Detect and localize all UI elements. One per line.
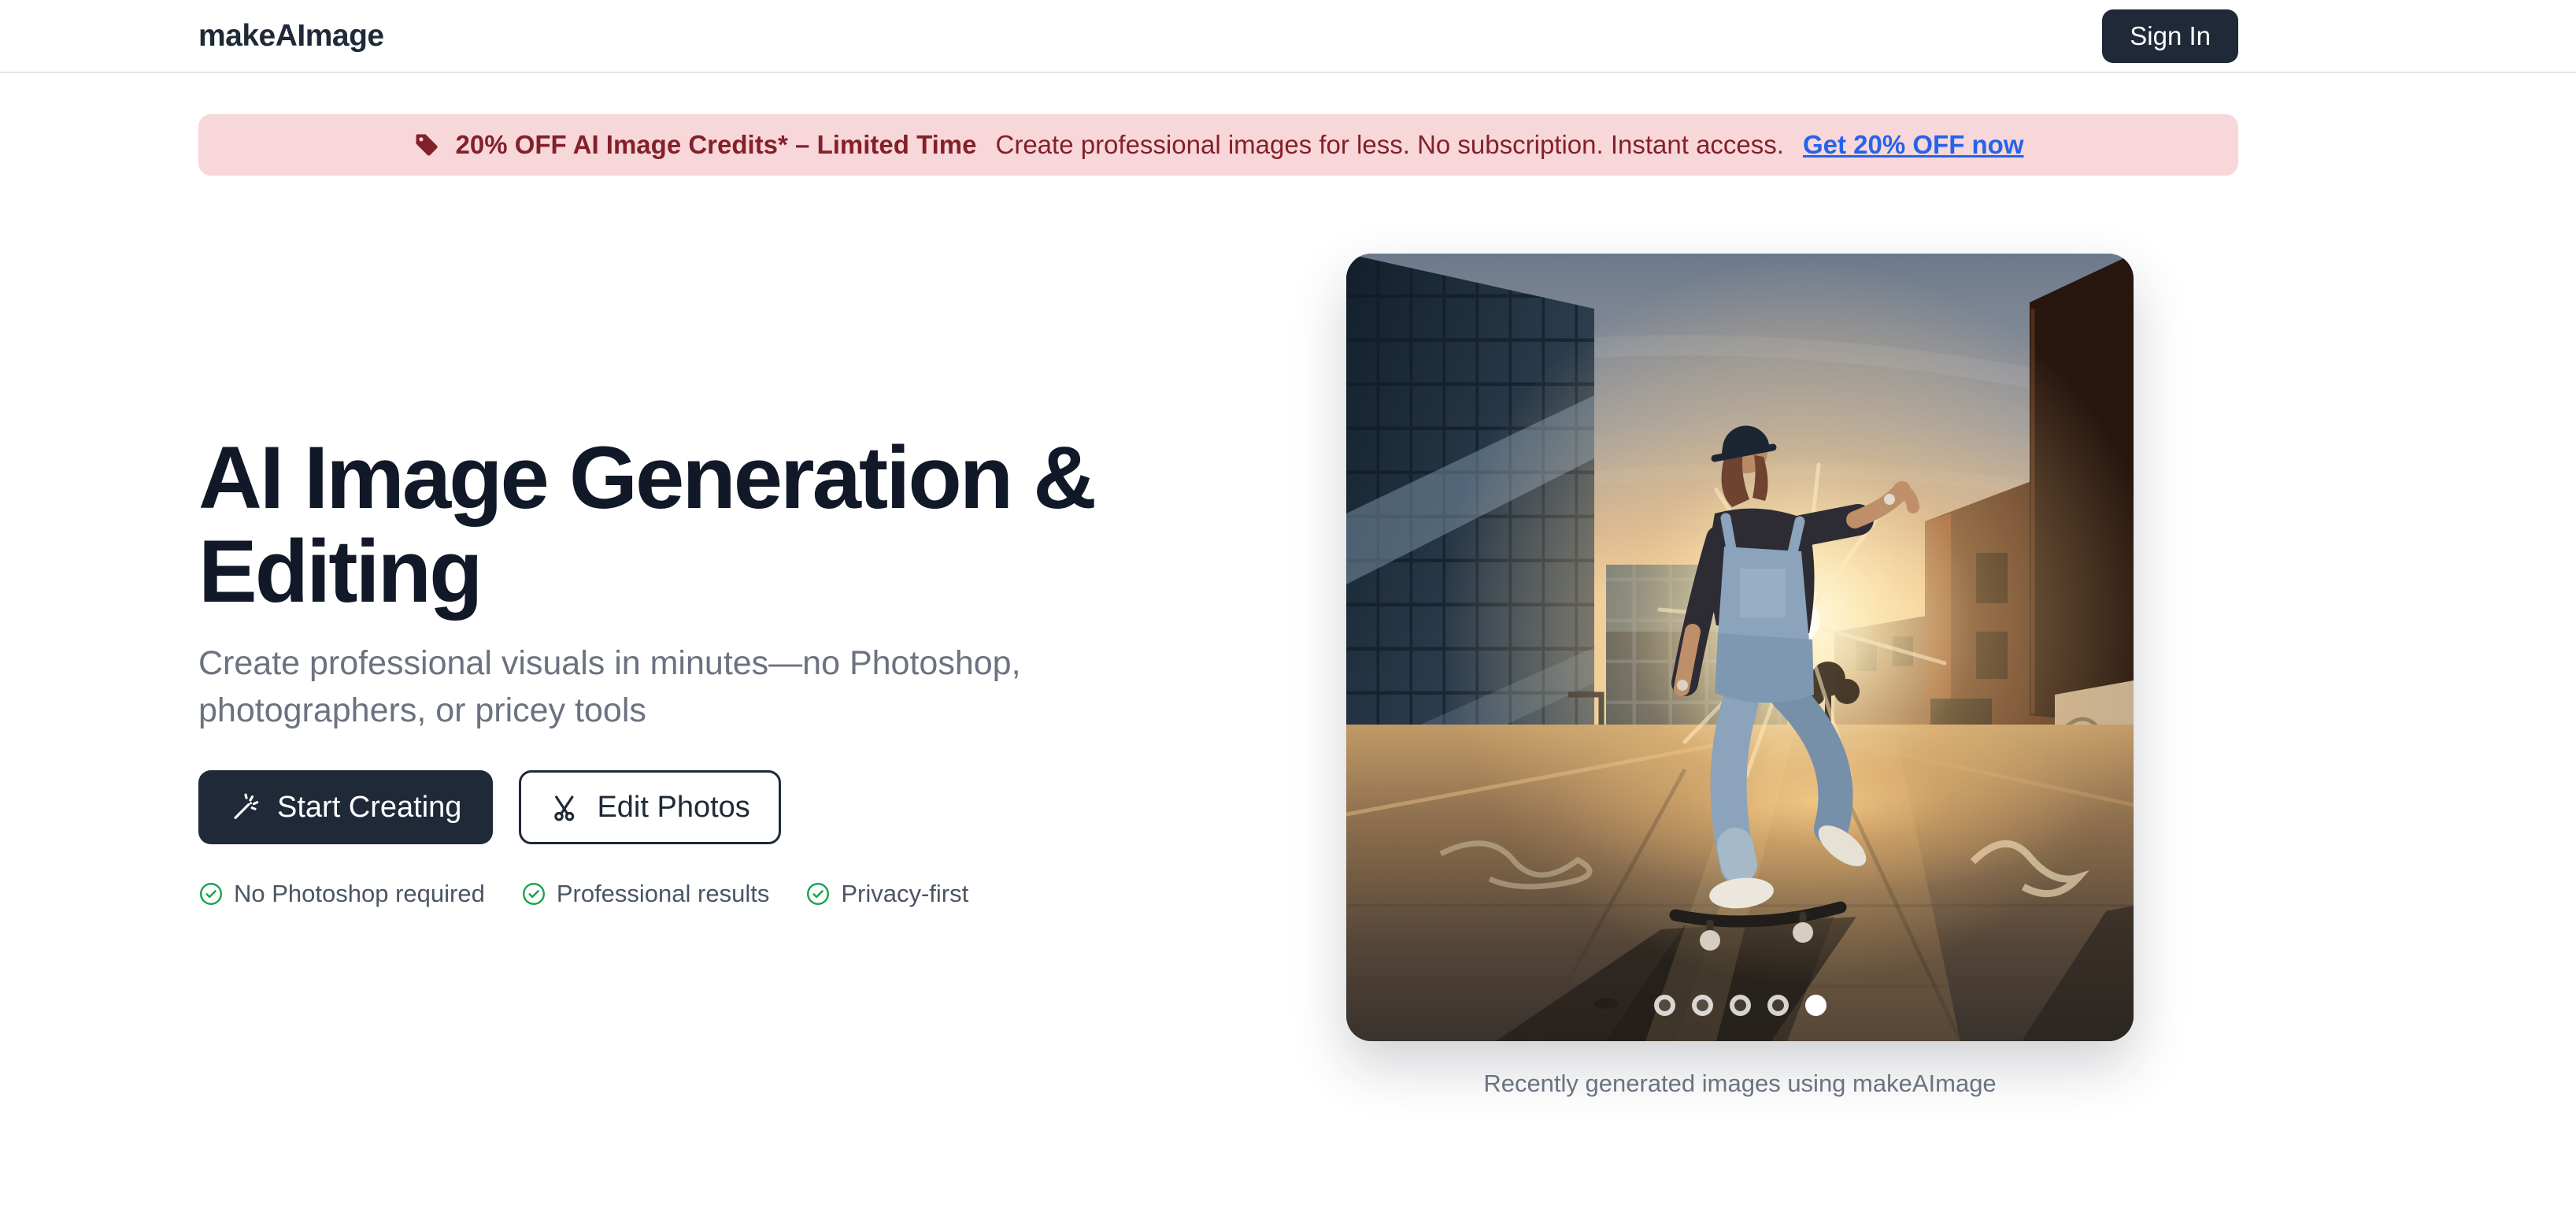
feature-label: Privacy-first [841,880,968,908]
promo-banner: 20% OFF AI Image Credits* – Limited Time… [198,114,2238,176]
header-inner: makeAImage Sign In [198,0,2238,72]
edit-photos-button[interactable]: Edit Photos [519,770,780,844]
tag-icon [413,131,441,159]
feature-item: Privacy-first [805,880,968,908]
hero-subtitle: Create professional visuals in minutes—n… [198,640,1238,734]
site-header: makeAImage Sign In [0,0,2576,73]
carousel-dots [1346,995,2134,1016]
feature-label: Professional results [557,880,770,908]
edit-photos-label: Edit Photos [597,791,749,825]
feature-list: No Photoshop required Professional resul… [198,880,968,908]
wand-sparkles-icon [230,792,261,823]
feature-label: No Photoshop required [234,880,485,908]
feature-item: No Photoshop required [198,880,485,908]
generated-photo-skateboarder [1346,254,2134,1041]
banner-message: Create professional images for less. No … [996,130,1784,160]
carousel-dot[interactable] [1767,995,1789,1016]
carousel-dot[interactable] [1654,995,1675,1016]
sign-in-button[interactable]: Sign In [2102,9,2238,63]
logo[interactable]: makeAImage [198,19,384,54]
check-circle-icon [521,881,546,906]
check-circle-icon [198,881,224,906]
carousel-image-card[interactable] [1346,254,2134,1041]
carousel-dot[interactable] [1805,995,1827,1016]
page-title: AI Image Generation & Editing [198,432,1379,618]
banner-cta-link[interactable]: Get 20% OFF now [1803,130,2024,160]
carousel-caption: Recently generated images using makeAIma… [1346,1070,2134,1098]
check-circle-icon [805,881,831,906]
banner-highlight: 20% OFF AI Image Credits* – Limited Time [455,130,976,160]
start-creating-button[interactable]: Start Creating [198,770,493,844]
cta-row: Start Creating Edit Photos [198,770,781,844]
scissors-icon [550,792,581,823]
carousel-dot[interactable] [1730,995,1751,1016]
start-creating-label: Start Creating [277,791,461,825]
feature-item: Professional results [521,880,770,908]
sign-in-label: Sign In [2130,21,2211,51]
carousel-dot[interactable] [1692,995,1713,1016]
